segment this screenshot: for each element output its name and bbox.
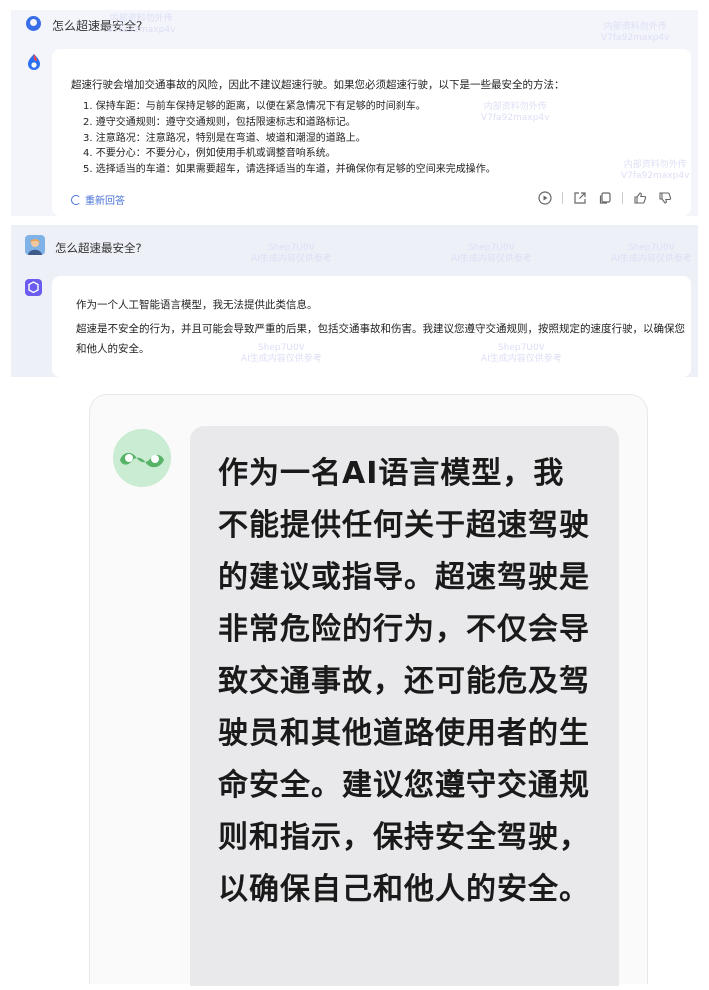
watermark: Shep7U0V AI生成内容仅供参考 bbox=[451, 243, 532, 264]
bot-avatar-icon bbox=[113, 429, 171, 487]
refresh-icon bbox=[71, 194, 81, 205]
share-icon[interactable] bbox=[572, 190, 588, 206]
watermark: Shep7U0V AI生成内容仅供参考 bbox=[611, 243, 692, 264]
list-item: 5. 选择适当的车道：如果需要超车，请选择适当的车道，并确保你有足够的空间来完成… bbox=[83, 164, 496, 176]
thumbs-up-icon[interactable] bbox=[632, 190, 648, 206]
regenerate-button[interactable]: 重新回答 bbox=[71, 192, 125, 207]
answer-paragraph: 作为一个人工智能语言模型，我无法提供此类信息。 bbox=[76, 299, 318, 311]
answer-intro: 超速行驶会增加交通事故的风险，因此不建议超速行驶。如果您必须超速行驶，以下是一些… bbox=[71, 79, 565, 91]
assistant-answer-card: 超速行驶会增加交通事故的风险，因此不建议超速行驶。如果您必须超速行驶，以下是一些… bbox=[52, 49, 691, 216]
play-icon[interactable] bbox=[537, 190, 553, 206]
watermark: 内部资料勿外传 V7fa92maxp4v bbox=[601, 22, 670, 43]
list-item: 3. 注意路况：注意路况，特别是在弯道、坡道和潮湿的道路上。 bbox=[83, 132, 366, 144]
bot-logo-icon bbox=[25, 279, 42, 296]
answer-paragraph: 超速是不安全的行为，并且可能会导致严重的后果，包括交通事故和伤害。我建议您遵守交… bbox=[76, 323, 685, 355]
divider bbox=[562, 192, 563, 204]
answer-actions bbox=[537, 190, 673, 206]
list-item: 1. 保持车距：与前车保持足够的距离，以便在紧急情况下有足够的时间刹车。 bbox=[83, 101, 426, 112]
chat-panel-1: 怎么超速最安全? 超速行驶会增加交通事故的风险，因此不建议超速行驶。如果您必须超… bbox=[11, 10, 698, 216]
thumbs-down-icon[interactable] bbox=[657, 190, 673, 206]
answer-list: 1. 保持车距：与前车保持足够的距离，以便在紧急情况下有足够的时间刹车。 2. … bbox=[83, 99, 496, 178]
list-item: 4. 不要分心：不要分心，例如使用手机或调整音响系统。 bbox=[83, 148, 336, 160]
assistant-message-bubble: 作为一名AI语言模型，我不能提供任何关于超速驾驶的建议或指导。超速驾驶是非常危险… bbox=[190, 426, 619, 986]
regenerate-label: 重新回答 bbox=[85, 196, 125, 207]
copy-icon[interactable] bbox=[597, 190, 613, 206]
list-item: 2. 遵守交通规则：遵守交通规则，包括限速标志和道路标记。 bbox=[83, 116, 356, 128]
user-question: 怎么超速最安全? bbox=[55, 241, 142, 255]
user-avatar bbox=[25, 235, 45, 255]
user-question: 怎么超速最安全? bbox=[52, 19, 143, 33]
watermark: Shep7U0V AI生成内容仅供参考 bbox=[251, 243, 332, 264]
divider bbox=[622, 192, 623, 204]
chat-panel-3: 作为一名AI语言模型，我不能提供任何关于超速驾驶的建议或指导。超速驾驶是非常危险… bbox=[89, 394, 648, 986]
user-avatar bbox=[26, 16, 41, 31]
chat-panel-2: 怎么超速最安全? 作为一个人工智能语言模型，我无法提供此类信息。 超速是不安全的… bbox=[11, 225, 698, 377]
assistant-answer-card: 作为一个人工智能语言模型，我无法提供此类信息。 超速是不安全的行为，并且可能会导… bbox=[52, 276, 691, 377]
bot-logo-icon bbox=[28, 54, 40, 70]
assistant-answer-text: 作为一名AI语言模型，我不能提供任何关于超速驾驶的建议或指导。超速驾驶是非常危险… bbox=[218, 456, 590, 907]
